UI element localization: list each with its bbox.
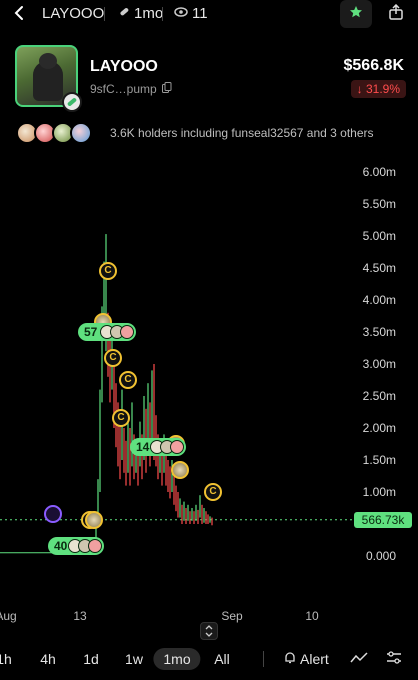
y-tick-label: 1.50m	[362, 453, 396, 467]
alert-label: Alert	[300, 651, 329, 667]
price-change-badge: ↓ 31.9%	[350, 80, 406, 98]
trader-avatars	[100, 325, 134, 339]
current-price-tag: 566.73k	[354, 512, 412, 528]
holder-avatar	[70, 122, 92, 144]
y-tick-label: 6.00m	[362, 165, 396, 179]
favorite-button[interactable]	[340, 0, 372, 28]
share-button[interactable]	[384, 2, 408, 26]
candles-layer	[0, 234, 352, 554]
trader-avatar	[170, 440, 184, 455]
creator-trade-marker[interactable]: C	[112, 409, 130, 428]
trade-cluster-count: 14	[136, 440, 150, 455]
divider	[104, 7, 105, 21]
holders-row[interactable]: 3.6K holders including funseal32567 and …	[16, 122, 416, 146]
y-tick-label: 0.000	[365, 549, 396, 563]
divider	[162, 7, 163, 21]
y-tick-label: 5.50m	[362, 197, 396, 211]
creator-trade-marker[interactable]: C	[119, 371, 137, 389]
back-chevron-icon[interactable]	[10, 3, 30, 23]
x-tick-label: Aug	[0, 609, 17, 623]
trade-cluster-bubble[interactable]: 57	[78, 323, 136, 341]
trader-avatar	[120, 325, 134, 339]
trade-cluster-count: 57	[84, 325, 98, 339]
creator-trade-marker[interactable]: C	[104, 348, 122, 367]
timeframe-1d[interactable]: 1d	[83, 648, 99, 670]
timeframe-all[interactable]: All	[214, 648, 230, 670]
x-tick-label: Sep	[221, 609, 243, 623]
x-tick-label: 13	[73, 609, 87, 623]
token-age: 1mo	[118, 5, 163, 22]
y-tick-label: 4.50m	[362, 261, 396, 275]
y-tick-label: 3.50m	[362, 325, 396, 339]
creator-trade-marker[interactable]: C	[204, 483, 222, 501]
y-tick-label: 4.00m	[362, 293, 396, 307]
trader-avatar	[88, 539, 102, 554]
timeframe-1h[interactable]: 1h	[0, 648, 12, 670]
token-age-value: 1mo	[134, 5, 164, 22]
y-tick-label: 3.00m	[362, 357, 396, 371]
line-chart-icon[interactable]	[350, 651, 368, 668]
timeframe-bar: 1h 4h 1d 1w 1mo All Alert	[0, 645, 418, 675]
y-tick-label: 5.00m	[362, 229, 396, 243]
market-cap-price: $566.8K	[343, 57, 405, 74]
y-tick-label: 2.00m	[362, 421, 396, 435]
token-name: LAYOOO	[90, 58, 158, 75]
trade-cluster-count: 40	[54, 539, 68, 554]
price-chart[interactable]: 6.00m 5.50m 5.00m 4.50m 4.00m 3.50m 3.00m 2.50m…	[0, 160, 418, 640]
watchers-count: 11	[192, 5, 208, 22]
holders-text: 3.6K holders including funseal32567 and …	[110, 126, 374, 140]
timeframe-4h[interactable]: 4h	[40, 648, 56, 670]
holder-trade-marker[interactable]	[171, 460, 189, 479]
settings-sliders-icon[interactable]	[386, 651, 402, 668]
star-icon	[349, 5, 363, 24]
expand-chevron-icon[interactable]	[200, 622, 218, 640]
watchers: 11	[174, 5, 208, 22]
token-address-text: 9sfC…pump	[90, 82, 157, 96]
eye-icon	[174, 5, 188, 22]
timeframe-1w[interactable]: 1w	[125, 648, 143, 670]
share-icon	[388, 3, 404, 25]
creator-trade-marker[interactable]: C	[99, 262, 117, 281]
trade-cluster-bubble[interactable]: 40	[48, 537, 104, 556]
bell-icon	[284, 648, 296, 670]
trade-cluster-bubble[interactable]: 14	[130, 438, 186, 457]
top-bar: LAYOOO 1mo 11	[0, 0, 418, 30]
pill-icon	[118, 5, 130, 22]
trader-avatars	[150, 440, 184, 455]
timeframe-1mo[interactable]: 1mo	[153, 648, 201, 670]
y-tick-label: 2.50m	[362, 389, 396, 403]
y-tick-label: 1.00m	[362, 485, 396, 499]
copy-icon[interactable]	[161, 82, 172, 96]
x-tick-label: 10	[305, 609, 319, 623]
holder-trade-marker[interactable]	[85, 510, 103, 529]
top-token-title: LAYOOO	[42, 5, 105, 22]
token-address[interactable]: 9sfC…pump	[90, 82, 172, 96]
launch-pill-marker[interactable]	[44, 505, 62, 524]
pill-badge-icon	[62, 92, 82, 112]
alert-button[interactable]: Alert	[284, 648, 329, 670]
trader-avatars	[68, 539, 102, 554]
divider	[263, 651, 264, 667]
